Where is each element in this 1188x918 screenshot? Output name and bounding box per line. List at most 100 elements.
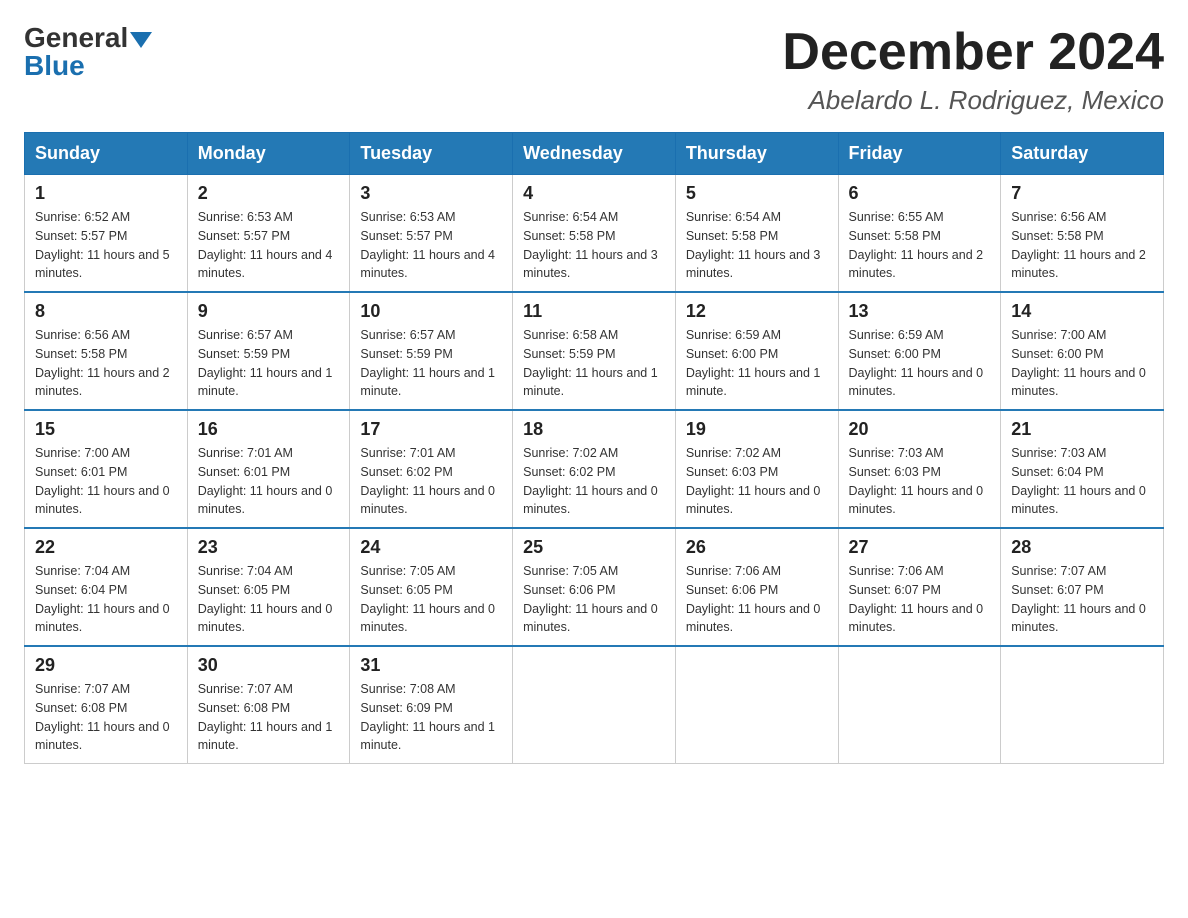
calendar-table: SundayMondayTuesdayWednesdayThursdayFrid… bbox=[24, 132, 1164, 764]
day-number: 20 bbox=[849, 419, 991, 440]
calendar-cell: 27 Sunrise: 7:06 AM Sunset: 6:07 PM Dayl… bbox=[838, 528, 1001, 646]
weekday-header-saturday: Saturday bbox=[1001, 133, 1164, 175]
day-info: Sunrise: 7:07 AM Sunset: 6:08 PM Dayligh… bbox=[35, 680, 177, 755]
day-number: 28 bbox=[1011, 537, 1153, 558]
calendar-cell bbox=[838, 646, 1001, 764]
title-block: December 2024 Abelardo L. Rodriguez, Mex… bbox=[782, 24, 1164, 116]
day-info: Sunrise: 7:02 AM Sunset: 6:02 PM Dayligh… bbox=[523, 444, 665, 519]
day-info: Sunrise: 7:01 AM Sunset: 6:01 PM Dayligh… bbox=[198, 444, 340, 519]
calendar-cell: 25 Sunrise: 7:05 AM Sunset: 6:06 PM Dayl… bbox=[513, 528, 676, 646]
calendar-cell: 19 Sunrise: 7:02 AM Sunset: 6:03 PM Dayl… bbox=[675, 410, 838, 528]
day-number: 16 bbox=[198, 419, 340, 440]
day-number: 23 bbox=[198, 537, 340, 558]
day-info: Sunrise: 7:06 AM Sunset: 6:06 PM Dayligh… bbox=[686, 562, 828, 637]
calendar-week-row: 8 Sunrise: 6:56 AM Sunset: 5:58 PM Dayli… bbox=[25, 292, 1164, 410]
calendar-cell: 29 Sunrise: 7:07 AM Sunset: 6:08 PM Dayl… bbox=[25, 646, 188, 764]
weekday-header-monday: Monday bbox=[187, 133, 350, 175]
day-info: Sunrise: 7:00 AM Sunset: 6:01 PM Dayligh… bbox=[35, 444, 177, 519]
day-info: Sunrise: 7:05 AM Sunset: 6:05 PM Dayligh… bbox=[360, 562, 502, 637]
calendar-cell: 28 Sunrise: 7:07 AM Sunset: 6:07 PM Dayl… bbox=[1001, 528, 1164, 646]
day-number: 12 bbox=[686, 301, 828, 322]
calendar-cell: 9 Sunrise: 6:57 AM Sunset: 5:59 PM Dayli… bbox=[187, 292, 350, 410]
calendar-cell bbox=[675, 646, 838, 764]
day-number: 24 bbox=[360, 537, 502, 558]
day-info: Sunrise: 6:59 AM Sunset: 6:00 PM Dayligh… bbox=[849, 326, 991, 401]
day-info: Sunrise: 6:56 AM Sunset: 5:58 PM Dayligh… bbox=[1011, 208, 1153, 283]
day-number: 31 bbox=[360, 655, 502, 676]
day-info: Sunrise: 7:01 AM Sunset: 6:02 PM Dayligh… bbox=[360, 444, 502, 519]
day-number: 29 bbox=[35, 655, 177, 676]
calendar-cell: 6 Sunrise: 6:55 AM Sunset: 5:58 PM Dayli… bbox=[838, 175, 1001, 293]
day-number: 4 bbox=[523, 183, 665, 204]
calendar-cell: 10 Sunrise: 6:57 AM Sunset: 5:59 PM Dayl… bbox=[350, 292, 513, 410]
calendar-week-row: 15 Sunrise: 7:00 AM Sunset: 6:01 PM Dayl… bbox=[25, 410, 1164, 528]
logo-blue-text: Blue bbox=[24, 52, 85, 80]
day-number: 13 bbox=[849, 301, 991, 322]
calendar-cell: 18 Sunrise: 7:02 AM Sunset: 6:02 PM Dayl… bbox=[513, 410, 676, 528]
day-number: 2 bbox=[198, 183, 340, 204]
day-info: Sunrise: 7:00 AM Sunset: 6:00 PM Dayligh… bbox=[1011, 326, 1153, 401]
day-number: 15 bbox=[35, 419, 177, 440]
month-title: December 2024 bbox=[782, 24, 1164, 81]
calendar-cell: 15 Sunrise: 7:00 AM Sunset: 6:01 PM Dayl… bbox=[25, 410, 188, 528]
day-number: 9 bbox=[198, 301, 340, 322]
calendar-cell: 30 Sunrise: 7:07 AM Sunset: 6:08 PM Dayl… bbox=[187, 646, 350, 764]
weekday-header-friday: Friday bbox=[838, 133, 1001, 175]
day-number: 18 bbox=[523, 419, 665, 440]
location-title: Abelardo L. Rodriguez, Mexico bbox=[782, 85, 1164, 116]
calendar-cell: 13 Sunrise: 6:59 AM Sunset: 6:00 PM Dayl… bbox=[838, 292, 1001, 410]
day-number: 22 bbox=[35, 537, 177, 558]
logo-triangle-icon bbox=[130, 28, 152, 50]
day-info: Sunrise: 6:53 AM Sunset: 5:57 PM Dayligh… bbox=[360, 208, 502, 283]
weekday-header-tuesday: Tuesday bbox=[350, 133, 513, 175]
day-info: Sunrise: 6:54 AM Sunset: 5:58 PM Dayligh… bbox=[686, 208, 828, 283]
calendar-cell: 20 Sunrise: 7:03 AM Sunset: 6:03 PM Dayl… bbox=[838, 410, 1001, 528]
calendar-cell: 7 Sunrise: 6:56 AM Sunset: 5:58 PM Dayli… bbox=[1001, 175, 1164, 293]
day-number: 5 bbox=[686, 183, 828, 204]
day-info: Sunrise: 7:05 AM Sunset: 6:06 PM Dayligh… bbox=[523, 562, 665, 637]
calendar-cell: 14 Sunrise: 7:00 AM Sunset: 6:00 PM Dayl… bbox=[1001, 292, 1164, 410]
calendar-cell: 5 Sunrise: 6:54 AM Sunset: 5:58 PM Dayli… bbox=[675, 175, 838, 293]
day-number: 19 bbox=[686, 419, 828, 440]
day-number: 1 bbox=[35, 183, 177, 204]
calendar-cell: 26 Sunrise: 7:06 AM Sunset: 6:06 PM Dayl… bbox=[675, 528, 838, 646]
weekday-header-thursday: Thursday bbox=[675, 133, 838, 175]
calendar-cell: 24 Sunrise: 7:05 AM Sunset: 6:05 PM Dayl… bbox=[350, 528, 513, 646]
day-number: 10 bbox=[360, 301, 502, 322]
day-info: Sunrise: 6:58 AM Sunset: 5:59 PM Dayligh… bbox=[523, 326, 665, 401]
calendar-cell: 21 Sunrise: 7:03 AM Sunset: 6:04 PM Dayl… bbox=[1001, 410, 1164, 528]
calendar-cell: 22 Sunrise: 7:04 AM Sunset: 6:04 PM Dayl… bbox=[25, 528, 188, 646]
page-header: General Blue December 2024 Abelardo L. R… bbox=[24, 24, 1164, 116]
day-info: Sunrise: 7:07 AM Sunset: 6:07 PM Dayligh… bbox=[1011, 562, 1153, 637]
day-info: Sunrise: 6:52 AM Sunset: 5:57 PM Dayligh… bbox=[35, 208, 177, 283]
calendar-cell bbox=[513, 646, 676, 764]
calendar-week-row: 22 Sunrise: 7:04 AM Sunset: 6:04 PM Dayl… bbox=[25, 528, 1164, 646]
calendar-cell: 8 Sunrise: 6:56 AM Sunset: 5:58 PM Dayli… bbox=[25, 292, 188, 410]
day-info: Sunrise: 6:54 AM Sunset: 5:58 PM Dayligh… bbox=[523, 208, 665, 283]
day-info: Sunrise: 6:57 AM Sunset: 5:59 PM Dayligh… bbox=[198, 326, 340, 401]
calendar-cell: 1 Sunrise: 6:52 AM Sunset: 5:57 PM Dayli… bbox=[25, 175, 188, 293]
calendar-cell: 31 Sunrise: 7:08 AM Sunset: 6:09 PM Dayl… bbox=[350, 646, 513, 764]
day-number: 25 bbox=[523, 537, 665, 558]
day-info: Sunrise: 7:06 AM Sunset: 6:07 PM Dayligh… bbox=[849, 562, 991, 637]
day-number: 3 bbox=[360, 183, 502, 204]
day-info: Sunrise: 7:02 AM Sunset: 6:03 PM Dayligh… bbox=[686, 444, 828, 519]
day-info: Sunrise: 7:08 AM Sunset: 6:09 PM Dayligh… bbox=[360, 680, 502, 755]
calendar-cell bbox=[1001, 646, 1164, 764]
weekday-header-wednesday: Wednesday bbox=[513, 133, 676, 175]
day-info: Sunrise: 6:57 AM Sunset: 5:59 PM Dayligh… bbox=[360, 326, 502, 401]
day-info: Sunrise: 6:53 AM Sunset: 5:57 PM Dayligh… bbox=[198, 208, 340, 283]
day-number: 30 bbox=[198, 655, 340, 676]
day-number: 21 bbox=[1011, 419, 1153, 440]
day-info: Sunrise: 6:56 AM Sunset: 5:58 PM Dayligh… bbox=[35, 326, 177, 401]
day-number: 8 bbox=[35, 301, 177, 322]
calendar-cell: 17 Sunrise: 7:01 AM Sunset: 6:02 PM Dayl… bbox=[350, 410, 513, 528]
day-info: Sunrise: 6:55 AM Sunset: 5:58 PM Dayligh… bbox=[849, 208, 991, 283]
logo: General Blue bbox=[24, 24, 152, 80]
weekday-header-row: SundayMondayTuesdayWednesdayThursdayFrid… bbox=[25, 133, 1164, 175]
calendar-cell: 16 Sunrise: 7:01 AM Sunset: 6:01 PM Dayl… bbox=[187, 410, 350, 528]
calendar-week-row: 29 Sunrise: 7:07 AM Sunset: 6:08 PM Dayl… bbox=[25, 646, 1164, 764]
calendar-cell: 4 Sunrise: 6:54 AM Sunset: 5:58 PM Dayli… bbox=[513, 175, 676, 293]
day-info: Sunrise: 6:59 AM Sunset: 6:00 PM Dayligh… bbox=[686, 326, 828, 401]
day-number: 17 bbox=[360, 419, 502, 440]
